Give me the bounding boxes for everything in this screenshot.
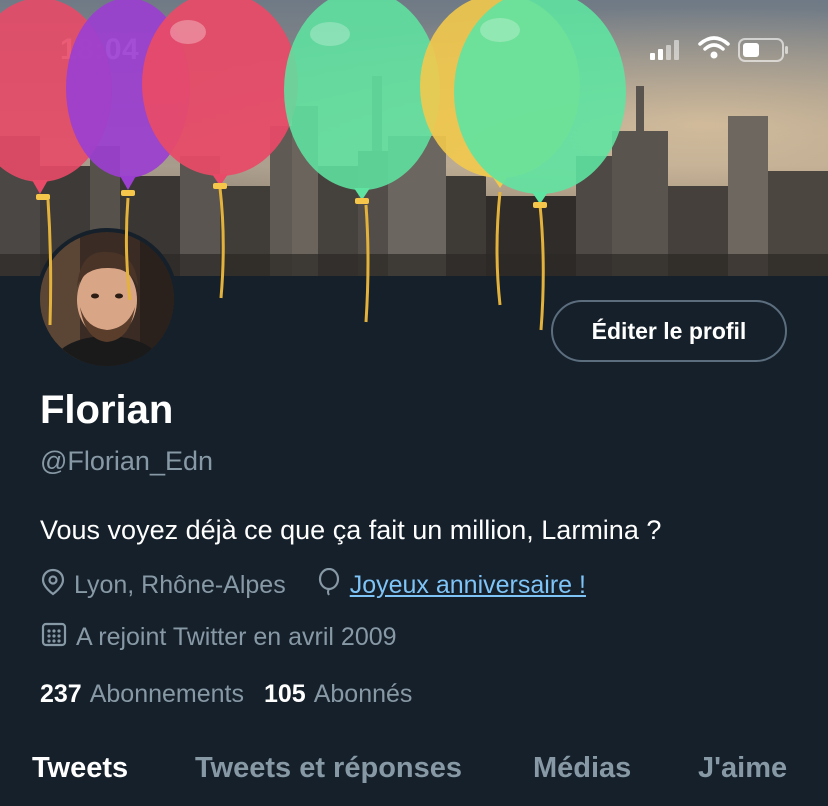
profile-avatar[interactable]	[36, 228, 178, 370]
tab-tweets-replies[interactable]: Tweets et réponses	[195, 752, 462, 785]
cellular-signal-icon	[650, 40, 682, 65]
tab-tweets[interactable]: Tweets	[32, 752, 128, 785]
profile-tabs: Tweets Tweets et réponses Médias J'aime	[0, 752, 828, 806]
following-count: 237	[40, 680, 82, 708]
balloon-icon	[316, 567, 350, 603]
status-bar: 18:04	[0, 0, 828, 100]
following-label: Abonnements	[89, 680, 244, 708]
profile-display-name: Florian	[40, 388, 174, 432]
tab-media[interactable]: Médias	[533, 752, 631, 785]
edit-profile-button[interactable]: Éditer le profil	[551, 300, 787, 362]
tab-likes[interactable]: J'aime	[698, 752, 787, 785]
followers-label: Abonnés	[313, 680, 413, 708]
profile-bio: Vous voyez déjà ce que ça fait un millio…	[40, 515, 662, 545]
followers-count: 105	[264, 680, 306, 708]
map-pin-icon	[40, 568, 74, 603]
profile-joined-date: A rejoint Twitter en avril 2009	[76, 623, 397, 651]
following-link[interactable]: 237 Abonnements	[40, 680, 244, 709]
follow-stats: 237 Abonnements 105 Abonnés	[40, 680, 412, 709]
profile-location: Lyon, Rhône-Alpes	[74, 571, 286, 599]
profile-meta-row: Lyon, Rhône-Alpes Joyeux anniversaire !	[40, 567, 586, 603]
wifi-icon	[698, 36, 730, 65]
calendar-icon	[40, 620, 76, 655]
avatar-photo	[40, 232, 174, 366]
status-time: 18:04	[60, 33, 140, 66]
followers-link[interactable]: 105 Abonnés	[264, 680, 412, 709]
battery-icon	[738, 38, 790, 67]
profile-joined-row: A rejoint Twitter en avril 2009	[40, 620, 397, 655]
profile-handle: @Florian_Edn	[40, 446, 213, 476]
birthday-link[interactable]: Joyeux anniversaire !	[350, 571, 586, 600]
